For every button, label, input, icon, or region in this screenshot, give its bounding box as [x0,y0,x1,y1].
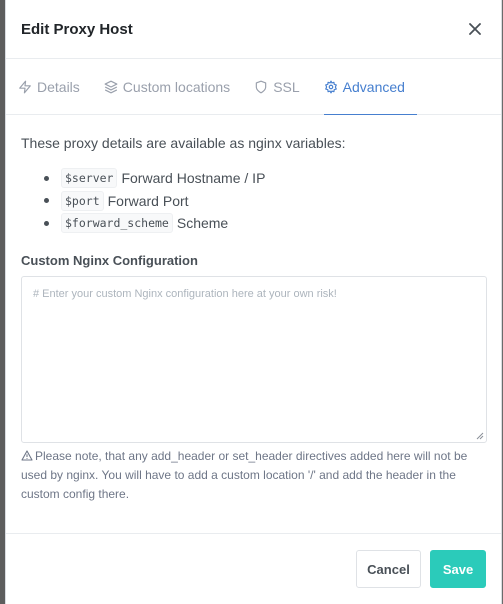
modal-footer: Cancel Save [6,533,501,604]
tab-bar: Details Custom locations SSL Advanced [6,59,501,115]
tab-ssl[interactable]: SSL [254,59,311,114]
bullet [44,198,49,204]
save-button[interactable]: Save [430,550,486,588]
config-placeholder: # Enter your custom Nginx configuration … [33,287,337,300]
variable-desc: Forward Hostname / IP [121,170,266,187]
close-button[interactable] [465,19,485,39]
tab-ssl-label: SSL [273,78,300,95]
shield-icon [254,80,268,94]
variables-list: $server Forward Hostname / IP $port Forw… [44,167,486,235]
modal-title: Edit Proxy Host [21,20,133,38]
zap-icon [18,80,32,94]
note-text: Please note, that any add_header or set_… [21,448,468,501]
tab-advanced-label: Advanced [342,78,405,95]
tab-custom-locations[interactable]: Custom locations [104,59,242,114]
variables-intro: These proxy details are available as ngi… [21,135,346,151]
variable-code: $server [61,168,118,189]
list-item: $forward_scheme Scheme [44,212,486,235]
config-label: Custom Nginx Configuration [21,252,198,268]
list-item: $server Forward Hostname / IP [44,167,486,190]
variable-code: $forward_scheme [61,213,173,234]
edit-proxy-host-modal: Edit Proxy Host Details Custom locations… [5,0,502,604]
settings-icon [324,80,338,94]
variable-desc: Forward Port [107,192,189,209]
modal-header: Edit Proxy Host [6,0,501,59]
variable-desc: Scheme [176,215,229,232]
resize-handle-icon[interactable] [476,432,484,440]
tab-details-label: Details [37,78,80,95]
tab-details[interactable]: Details [18,59,92,114]
variable-code: $port [61,190,104,211]
tab-advanced[interactable]: Advanced [323,59,418,115]
bullet [44,220,49,226]
header-directive-note: Please note, that any add_header or set_… [21,447,487,504]
advanced-tab-content: These proxy details are available as ngi… [6,115,501,504]
warning-icon [21,449,33,461]
bullet [44,175,49,181]
cancel-button[interactable]: Cancel [356,550,421,588]
layers-icon [104,80,118,94]
tab-custom-locations-label: Custom locations [122,78,231,95]
nginx-config-textarea[interactable]: # Enter your custom Nginx configuration … [21,275,487,443]
list-item: $port Forward Port [44,190,486,213]
close-icon [469,23,481,35]
